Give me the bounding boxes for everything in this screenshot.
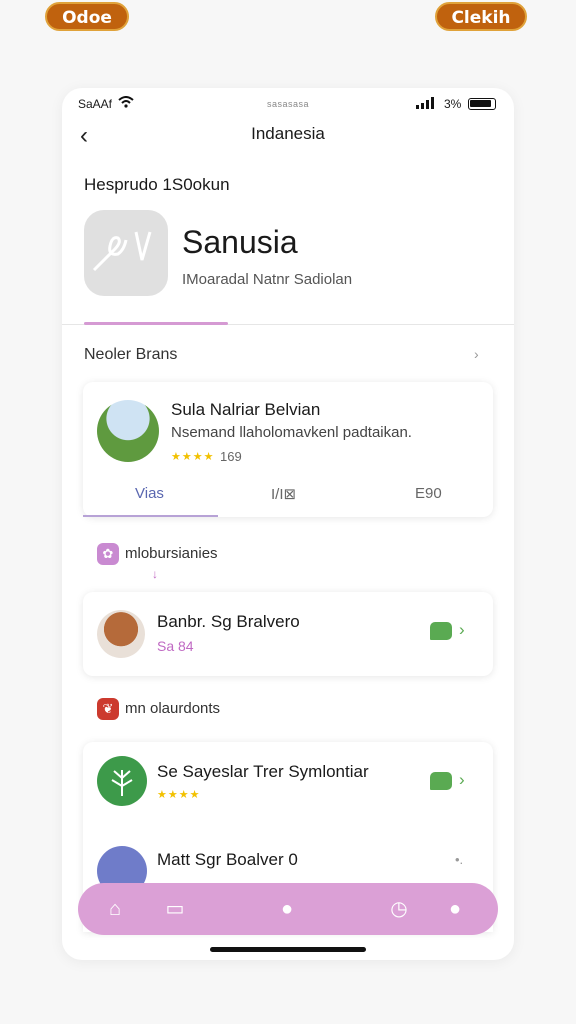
status-bar: SaAAf sasasasa 3%	[62, 94, 514, 114]
list-item[interactable]: Banbr. Sg Bralvero Sa 84 ›	[83, 592, 493, 676]
history-icon[interactable]: ◷	[386, 897, 412, 921]
chat-icon[interactable]	[430, 622, 452, 640]
home-indicator	[210, 947, 366, 952]
tree-icon	[111, 770, 133, 796]
tab-underline	[83, 515, 218, 517]
group-1-mark: ↓	[152, 567, 158, 581]
heart-icon: ❦	[97, 698, 119, 720]
tab-right[interactable]: E90	[415, 485, 442, 502]
profile-avatar[interactable]	[84, 210, 168, 296]
chevron-right-icon[interactable]: ›	[459, 770, 465, 790]
flower-icon: ✿	[97, 543, 119, 565]
battery-icon	[468, 98, 496, 110]
profile-subtitle: IMoaradal Natnr Sadiolan	[182, 271, 353, 288]
chat-icon[interactable]	[430, 772, 452, 790]
group-label-2: ❦ mn olaurdonts	[97, 698, 220, 720]
featured-rating: 169	[220, 449, 242, 464]
status-center-text: sasasasa	[267, 99, 310, 109]
more-icon[interactable]: •.	[455, 852, 463, 867]
list-item-title: Banbr. Sg Bralvero	[157, 612, 300, 631]
wifi-icon	[118, 96, 134, 108]
profile-name: Sanusia	[182, 224, 298, 260]
group-2-text: mn olaurdonts	[125, 699, 221, 717]
active-tab-indicator	[84, 322, 228, 325]
home-icon[interactable]: ⌂	[102, 897, 128, 921]
profile-icon[interactable]: ●	[442, 897, 468, 921]
clekih-badge[interactable]: Clekih	[435, 2, 527, 31]
recommendations-header: Neoler Brans	[84, 346, 178, 363]
tab-middle[interactable]: I/I⊠	[271, 485, 296, 503]
list-item-subtitle: Sa 84	[157, 638, 194, 654]
bottom-navigation: ⌂ ▭ ● ◷ ●	[78, 883, 498, 935]
group-1-text: mlobursianies	[125, 544, 218, 562]
signal-icon	[416, 97, 434, 109]
carrier-label: SaAAf	[78, 97, 113, 111]
group-label-1: ✿ mlobursianies	[97, 543, 218, 565]
chevron-right-icon[interactable]: ›	[474, 346, 479, 362]
signature-logo-icon	[92, 231, 152, 272]
list-item-title[interactable]: Matt Sgr Boalver 0	[157, 850, 298, 870]
tab-views[interactable]: Vias	[135, 485, 164, 502]
battery-percent: 3%	[444, 97, 462, 111]
tree-avatar-icon	[97, 756, 147, 806]
avatar	[97, 610, 145, 658]
list-item-title[interactable]: Se Sayeslar Trer Symlontiar	[157, 762, 369, 782]
library-icon[interactable]: ▭	[162, 897, 188, 921]
featured-avatar	[97, 400, 159, 462]
page-title: Indanesia	[251, 124, 325, 143]
center-action-icon[interactable]: ●	[274, 897, 300, 921]
featured-title: Sula Nalriar Belvian	[171, 400, 321, 419]
featured-description: Nsemand llaholomavkenl padtaikan.	[171, 424, 412, 441]
odoe-badge[interactable]: Odoe	[45, 2, 129, 31]
star-rating-icon: ★★★★	[171, 451, 215, 463]
star-rating-icon: ★★★★	[157, 789, 201, 801]
featured-card[interactable]: Sula Nalriar Belvian Nsemand llaholomavk…	[83, 382, 493, 517]
section-header: Hesprudo 1S0okun	[84, 175, 230, 194]
phone-screen: SaAAf sasasasa 3% ‹ Indanesia Hesprudo 1…	[62, 88, 514, 960]
chevron-right-icon[interactable]: ›	[459, 620, 465, 640]
